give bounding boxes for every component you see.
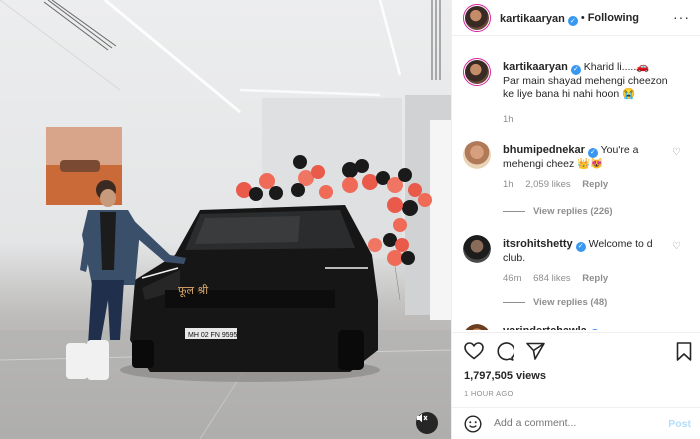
view-replies-button[interactable]: View replies (48) <box>503 297 607 308</box>
comment-time: 46m <box>503 273 522 284</box>
replies-line <box>503 210 525 212</box>
save-button[interactable] <box>676 342 692 366</box>
more-horizontal-icon: ··· <box>673 9 690 25</box>
share-button[interactable] <box>526 342 545 365</box>
verified-badge-icon: ✓ <box>589 328 600 330</box>
svg-text:फूल श्री: फूल श्री <box>178 284 208 298</box>
showroom-scene: फूल श्री MH 02 FN 9595 <box>0 0 451 439</box>
caption-username[interactable]: kartikaaryan <box>503 61 568 73</box>
header-author[interactable]: kartikaaryan ✓ <box>500 9 578 27</box>
comment-button[interactable] <box>495 342 516 366</box>
comment-meta: 46m 684 likes Reply <box>503 273 617 284</box>
mute-toggle-button[interactable] <box>416 412 438 434</box>
post-side-panel: kartikaaryan ✓ • Following kartikaaryan ✓ … <box>451 0 700 439</box>
comment-composer: Post <box>452 407 700 439</box>
post-time[interactable]: 1 HOUR AGO <box>464 389 514 398</box>
comment-likes[interactable]: 684 likes <box>533 273 571 284</box>
comment-like-icon[interactable]: ♡ <box>672 147 681 158</box>
caption-time: 1h <box>503 114 514 125</box>
paper-plane-icon <box>526 342 545 360</box>
verified-badge-icon: ✓ <box>587 147 598 158</box>
reply-button[interactable]: Reply <box>582 179 608 190</box>
comment-text-block: bhumipednekar ✓ You're a mehengi cheez 👑😻 <box>503 144 668 171</box>
verified-badge-icon: ✓ <box>575 241 586 252</box>
view-count[interactable]: 1,797,505 views <box>464 370 546 382</box>
post-header: kartikaaryan ✓ • Following <box>452 0 700 36</box>
caption-avatar[interactable] <box>463 58 491 86</box>
verified-badge-icon: ✓ <box>567 15 578 26</box>
view-replies-button[interactable]: View replies (226) <box>503 206 613 217</box>
author-avatar[interactable] <box>463 3 491 32</box>
svg-text:MH 02 FN 9595: MH 02 FN 9595 <box>188 332 238 339</box>
suv-car: फूल श्री MH 02 FN 9595 <box>120 205 380 382</box>
post-actions: 1,797,505 views 1 HOUR AGO Post <box>452 332 700 439</box>
bookmark-icon <box>676 342 692 361</box>
caption-text-block: kartikaaryan ✓ Kharid li.....🚗 Par main s… <box>503 61 668 101</box>
caption-meta: 1h <box>503 114 523 125</box>
post-comment-button[interactable]: Post <box>668 418 691 430</box>
reply-button[interactable]: Reply <box>582 273 608 284</box>
comment-like-icon[interactable]: ♡ <box>672 241 681 252</box>
following-button[interactable]: Following <box>588 12 639 24</box>
view-replies-label: View replies (226) <box>533 206 613 217</box>
commenter-avatar[interactable] <box>463 324 491 330</box>
comment-meta: 1h 2,059 likes Reply <box>503 179 617 190</box>
comments-list[interactable]: kartikaaryan ✓ Kharid li.....🚗 Par main s… <box>452 58 700 330</box>
comment-time: 1h <box>503 179 514 190</box>
heart-icon <box>464 342 484 360</box>
post-photo[interactable]: फूल श्री MH 02 FN 9595 <box>0 0 451 439</box>
commenter-avatar[interactable] <box>463 141 491 169</box>
comment-username[interactable]: varindertchawla <box>503 325 587 330</box>
emoji-button[interactable] <box>464 415 482 438</box>
smiley-icon <box>464 415 482 433</box>
comment-username[interactable]: itsrohitshetty <box>503 238 573 250</box>
verified-badge-icon: ✓ <box>570 64 581 75</box>
replies-line <box>503 301 525 303</box>
author-username[interactable]: kartikaaryan <box>500 13 565 25</box>
like-button[interactable] <box>464 342 484 365</box>
view-replies-label: View replies (48) <box>533 297 608 308</box>
comment-bubble-icon <box>497 342 516 361</box>
commenter-avatar[interactable] <box>463 235 491 263</box>
add-comment-input[interactable] <box>494 417 644 429</box>
comment-likes[interactable]: 2,059 likes <box>525 179 570 190</box>
more-options-button[interactable]: ··· <box>673 9 690 25</box>
comment-text-block: itsrohitshetty ✓ Welcome to d club. <box>503 238 668 265</box>
comment-username[interactable]: bhumipednekar <box>503 144 585 156</box>
header-separator: • <box>580 11 585 24</box>
comment-text-block: varindertchawla✓ <box>503 325 668 330</box>
